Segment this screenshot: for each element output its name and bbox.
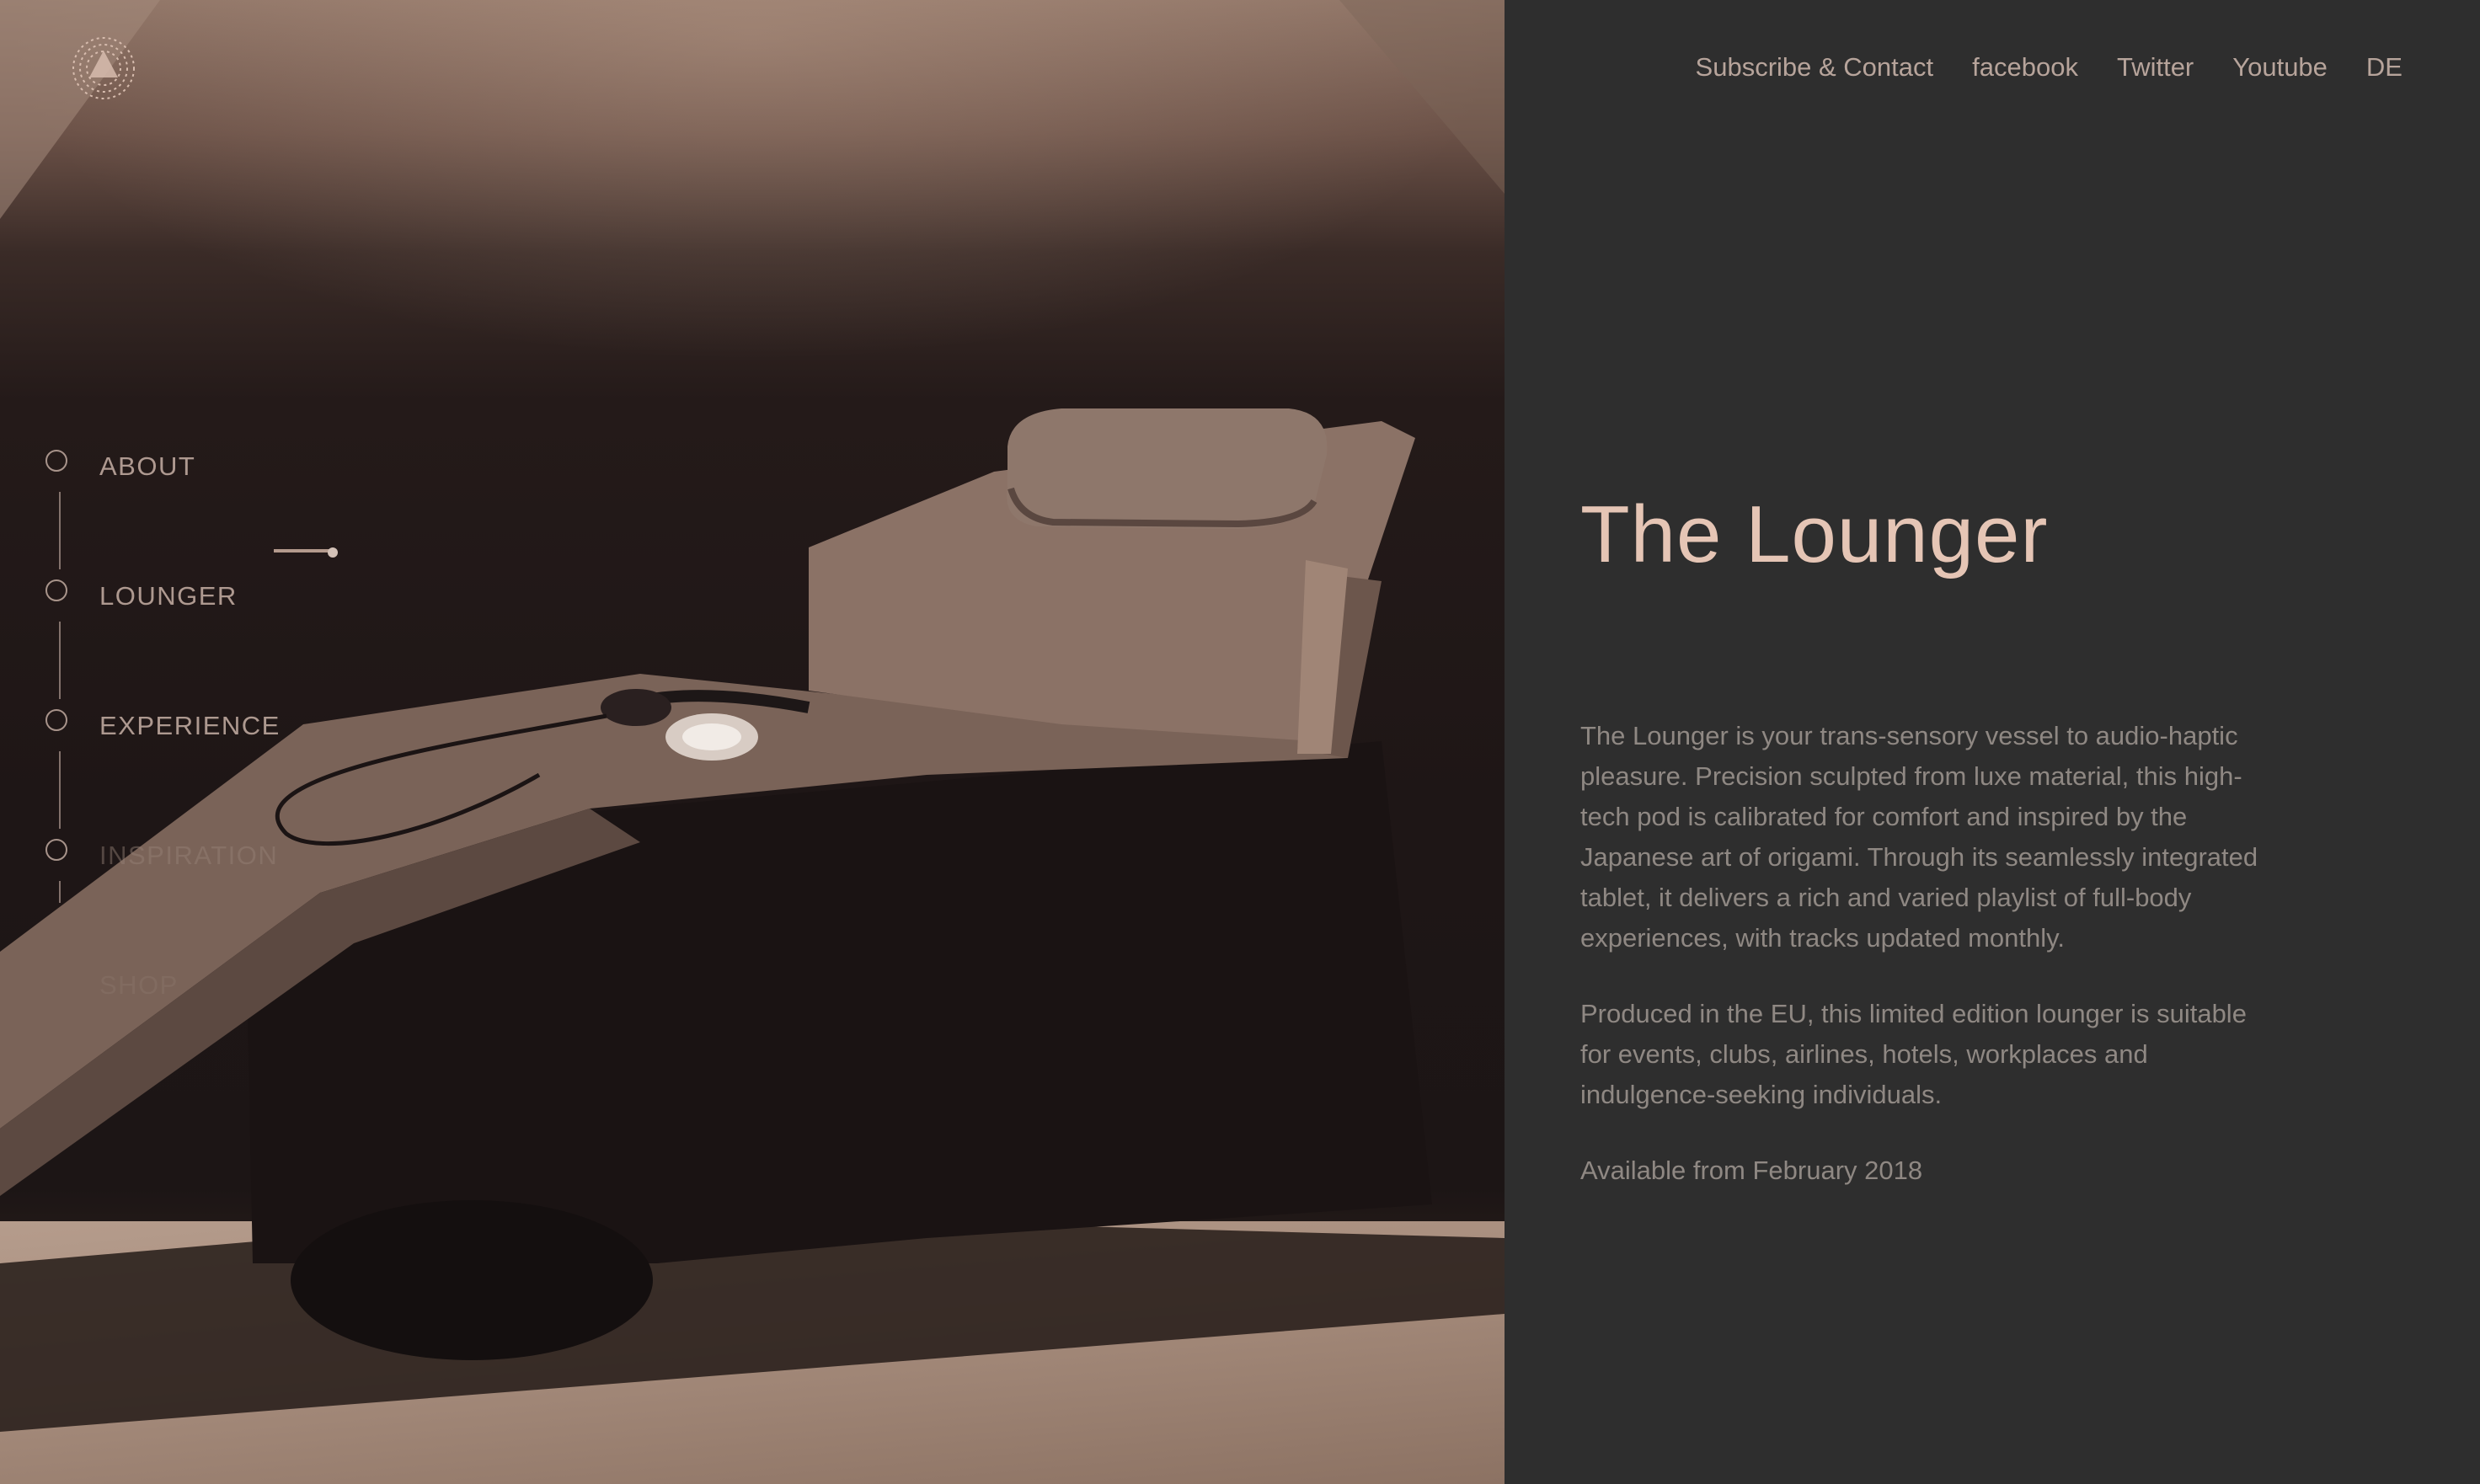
facebook-link[interactable]: facebook (1972, 52, 2078, 83)
section-nav-label: LOUNGER (99, 581, 238, 611)
circle-icon (45, 709, 67, 731)
section-nav-label: INSPIRATION (99, 841, 279, 870)
lounger-chair-image (0, 0, 1505, 1432)
twitter-link[interactable]: Twitter (2117, 52, 2194, 83)
section-nav-inspiration[interactable]: INSPIRATION (45, 837, 315, 870)
subscribe-contact-link[interactable]: Subscribe & Contact (1696, 52, 1934, 83)
description-paragraph: Produced in the EU, this limited edition… (1580, 999, 2247, 1109)
section-nav-label: SHOP (99, 970, 179, 1000)
top-navigation: Subscribe & Contact facebook Twitter You… (1696, 52, 2402, 83)
product-description: The Lounger The Lounger is your trans-se… (1580, 488, 2271, 1226)
circle-icon (45, 450, 67, 472)
section-nav-experience[interactable]: EXPERIENCE (45, 707, 315, 740)
section-nav-about[interactable]: ABOUT (45, 448, 315, 481)
brand-logo[interactable] (69, 34, 138, 103)
section-nav-label: ABOUT (99, 451, 196, 481)
section-nav-label: EXPERIENCE (99, 711, 281, 740)
availability-text: Available from February 2018 (1580, 1156, 1923, 1185)
section-nav-shop[interactable]: SHOP (45, 967, 315, 1000)
nav-connector-line (59, 622, 61, 699)
circle-icon (45, 579, 67, 601)
language-de-link[interactable]: DE (2366, 52, 2402, 83)
description-body: The Lounger is your trans-sensory vessel… (1580, 716, 2271, 1191)
dotted-triangle-logo-icon (72, 37, 135, 99)
nav-connector-line (59, 881, 61, 903)
circle-icon (45, 839, 67, 861)
page-title: The Lounger (1580, 489, 2049, 579)
youtube-link[interactable]: Youtube (2232, 52, 2328, 83)
description-paragraph: The Lounger is your trans-sensory vessel… (1580, 721, 2258, 953)
section-nav-lounger[interactable]: LOUNGER (45, 578, 315, 611)
nav-connector-line (59, 751, 61, 829)
nav-connector-line (59, 492, 61, 569)
hero-photo (0, 0, 1505, 1484)
